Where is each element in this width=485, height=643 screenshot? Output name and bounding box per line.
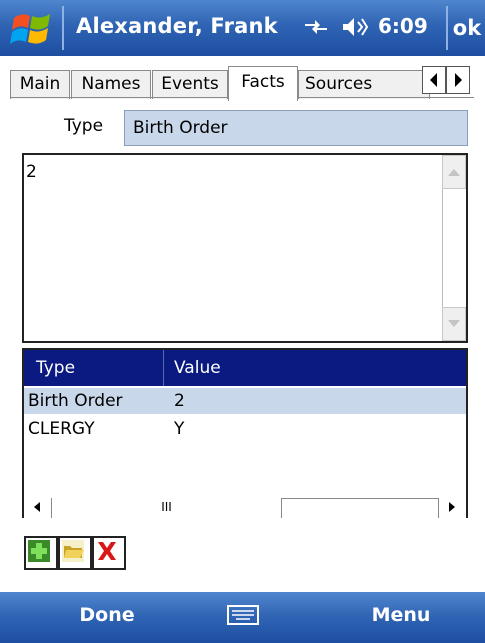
list-header: Type Value (24, 350, 466, 386)
tab-events[interactable]: Events (152, 70, 228, 99)
clock[interactable]: 6:09 (378, 14, 428, 38)
tab-main[interactable]: Main (10, 70, 70, 99)
add-icon (28, 540, 50, 562)
tab-strip: Main Names Events Facts Sources (10, 66, 482, 101)
type-field[interactable]: Birth Order (124, 110, 468, 146)
scroll-left-icon[interactable] (24, 498, 52, 518)
scroll-up-icon[interactable] (442, 155, 466, 189)
open-folder-icon (62, 540, 84, 562)
type-label: Type (64, 116, 104, 136)
title-separator (62, 6, 64, 50)
scroll-down-icon[interactable] (442, 307, 466, 341)
column-header-value[interactable]: Value (174, 358, 221, 378)
sync-icon[interactable] (302, 14, 330, 40)
tab-scroll-right-icon[interactable] (446, 66, 470, 94)
header-divider (163, 350, 164, 386)
scroll-thumb[interactable]: III (52, 498, 282, 518)
cell-type: CLERGY (28, 419, 95, 439)
tab-facts[interactable]: Facts (228, 66, 298, 101)
cell-value: 2 (174, 391, 185, 411)
menu-softkey[interactable]: Menu (356, 604, 446, 626)
delete-icon (98, 542, 116, 560)
cell-type: Birth Order (28, 391, 123, 411)
keyboard-icon[interactable] (224, 598, 262, 632)
tab-sources[interactable]: Sources (298, 70, 430, 99)
value-textarea[interactable] (22, 153, 468, 343)
title-separator (446, 6, 448, 50)
ok-button[interactable]: ok (450, 6, 484, 50)
done-softkey[interactable]: Done (62, 604, 152, 626)
tab-scroll-left-icon[interactable] (422, 66, 446, 94)
table-row[interactable]: Birth Order 2 (24, 388, 466, 414)
column-header-type[interactable]: Type (36, 358, 75, 378)
table-row[interactable]: CLERGY Y (24, 416, 466, 442)
cell-value: Y (174, 419, 185, 439)
add-button[interactable] (24, 536, 58, 570)
value-text: 2 (26, 162, 37, 182)
open-button[interactable] (58, 536, 92, 570)
window-title: Alexander, Frank (76, 14, 278, 38)
volume-icon[interactable] (340, 14, 370, 40)
delete-button[interactable] (92, 536, 126, 570)
scroll-right-icon[interactable] (438, 498, 466, 518)
windows-start-icon[interactable] (10, 8, 54, 48)
tab-names[interactable]: Names (71, 70, 151, 99)
